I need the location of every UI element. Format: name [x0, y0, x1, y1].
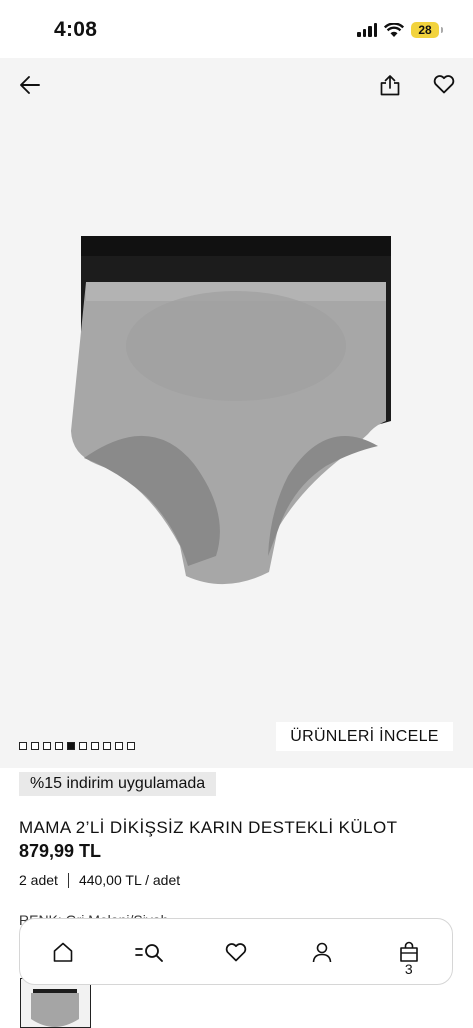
product-title: MAMA 2’Lİ DİKİŞSİZ KARIN DESTEKLİ KÜLOT	[19, 818, 398, 837]
back-arrow-icon	[20, 76, 40, 94]
account-icon	[313, 942, 332, 962]
share-icon	[380, 75, 400, 96]
nav-search[interactable]	[128, 930, 172, 974]
nav-account[interactable]	[300, 930, 344, 974]
product-gallery[interactable]: ÜRÜNLERİ İNCELE	[0, 58, 473, 768]
quantity-text: 2 adet	[19, 872, 58, 888]
pagination-dot[interactable]	[43, 742, 51, 750]
share-button[interactable]	[374, 69, 406, 101]
wifi-icon	[384, 22, 404, 37]
explore-products-button[interactable]: ÜRÜNLERİ İNCELE	[276, 722, 453, 751]
pagination-dot-active[interactable]	[67, 742, 75, 750]
nav-bag[interactable]: 3	[387, 930, 431, 977]
search-icon	[134, 943, 163, 962]
heart-icon	[225, 942, 247, 961]
discount-badge: %15 indirim uygulamada	[19, 772, 217, 796]
pagination-dot[interactable]	[103, 742, 111, 750]
unit-price-text: 440,00 TL / adet	[78, 872, 181, 888]
pagination-dot[interactable]	[127, 742, 135, 750]
home-icon	[53, 942, 73, 962]
pagination-dot[interactable]	[91, 742, 99, 750]
status-bar: 4:08 28	[0, 0, 473, 58]
status-icons: 28	[357, 22, 443, 38]
color-swatch-thumbnail[interactable]	[20, 978, 91, 1028]
product-image[interactable]	[56, 226, 402, 600]
product-price: 879,99 TL	[19, 841, 102, 861]
pagination-dot[interactable]	[19, 742, 27, 750]
heart-icon	[433, 75, 455, 94]
pagination-dot[interactable]	[79, 742, 87, 750]
gallery-pagination[interactable]	[19, 742, 135, 750]
status-time: 4:08	[54, 18, 98, 41]
divider	[67, 872, 69, 888]
cellular-signal-icon	[357, 23, 377, 37]
unit-info: 2 adet 440,00 TL / adet	[19, 872, 180, 888]
pagination-dot[interactable]	[31, 742, 39, 750]
favorite-button[interactable]	[428, 68, 460, 100]
battery-icon: 28	[411, 22, 443, 38]
bag-count-badge: 3	[404, 960, 413, 977]
nav-home[interactable]	[41, 930, 85, 974]
bottom-navigation: 3	[19, 918, 453, 985]
pagination-dot[interactable]	[55, 742, 63, 750]
back-button[interactable]	[14, 69, 46, 101]
nav-favorites[interactable]	[214, 930, 258, 974]
bag-icon	[399, 941, 418, 962]
pagination-dot[interactable]	[115, 742, 123, 750]
